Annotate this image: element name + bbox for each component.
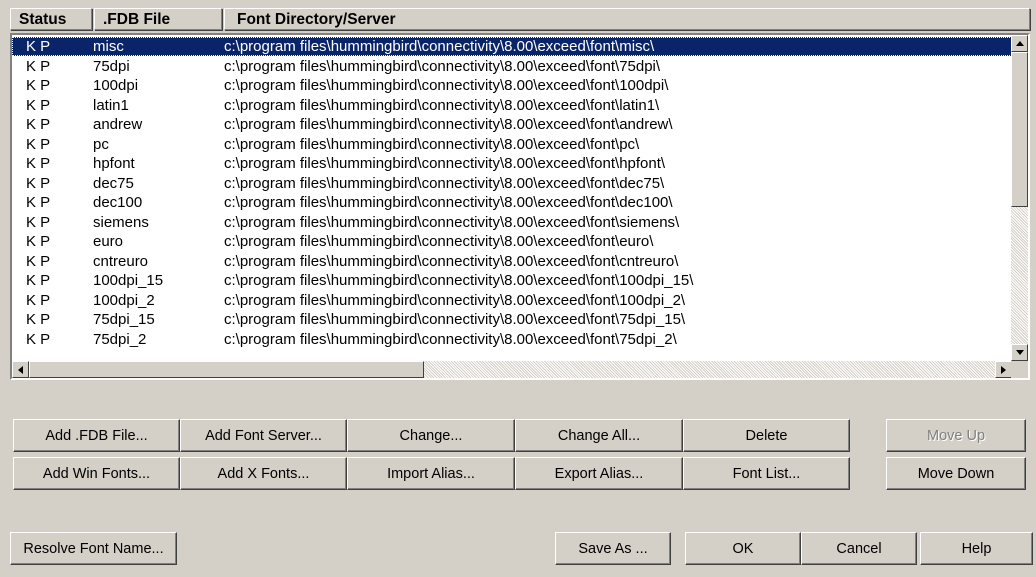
status-cell: K P <box>26 213 51 231</box>
fdb-file-cell: pc <box>93 135 109 153</box>
font-directory-cell: c:\program files\hummingbird\connectivit… <box>224 57 661 75</box>
cancel-button[interactable]: Cancel <box>801 532 917 565</box>
font-directory-cell: c:\program files\hummingbird\connectivit… <box>224 96 660 114</box>
fdb-file-cell: 75dpi <box>93 57 130 75</box>
status-cell: K P <box>26 96 51 114</box>
resolve-font-name-button[interactable]: Resolve Font Name... <box>10 532 177 565</box>
change-all-button[interactable]: Change All... <box>515 419 683 452</box>
ok-button[interactable]: OK <box>685 532 801 565</box>
status-cell: K P <box>26 291 51 309</box>
list-item[interactable]: K P latin1 c:\program files\hummingbird\co… <box>12 96 1012 115</box>
fdb-file-cell: dec100 <box>93 194 143 211</box>
scroll-down-button[interactable] <box>1011 344 1028 361</box>
fdb-file-cell: 100dpi <box>93 77 139 94</box>
arrow-left-icon <box>18 365 23 374</box>
font-directory-cell: c:\program files\hummingbird\connectivit… <box>224 38 655 55</box>
status-cell: K P <box>26 135 51 153</box>
move-up-button[interactable]: Move Up <box>886 419 1026 452</box>
fdb-file-cell: andrew <box>93 116 143 133</box>
column-header-fdb-file[interactable]: .FDB File <box>94 8 222 30</box>
list-rows: K P misc c:\program files\hummingbird\conn… <box>12 35 1012 360</box>
add-fdb-file-button[interactable]: Add .FDB File... <box>13 419 180 452</box>
fdb-file-cell: 100dpi_2 <box>93 291 155 309</box>
list-item[interactable]: K P 100dpi_15 c:\program files\hummingbird… <box>12 271 1012 290</box>
status-cell: K P <box>26 233 51 250</box>
font-directory-cell: c:\program files\hummingbird\connectivit… <box>224 252 679 270</box>
list-item[interactable]: K P euro c:\program files\hummingbird\conn… <box>12 232 1012 251</box>
list-item[interactable]: K P 100dpi_2 c:\program files\hummingbird\… <box>12 291 1012 310</box>
fdb-file-cell: latin1 <box>93 96 129 114</box>
change-button[interactable]: Change... <box>347 419 515 452</box>
scroll-up-button[interactable] <box>1011 35 1028 52</box>
add-font-server-button[interactable]: Add Font Server... <box>180 419 347 452</box>
add-win-fonts-button[interactable]: Add Win Fonts... <box>13 457 180 490</box>
font-directory-cell: c:\program files\hummingbird\connectivit… <box>224 291 686 309</box>
delete-button[interactable]: Delete <box>683 419 850 452</box>
list-item[interactable]: K P hpfont c:\program files\hummingbird\co… <box>12 154 1012 173</box>
font-directory-cell: c:\program files\hummingbird\connectivit… <box>224 174 665 192</box>
arrow-down-icon <box>1015 350 1024 355</box>
vertical-scrollbar[interactable] <box>1011 35 1028 361</box>
fdb-file-cell: cntreuro <box>93 252 149 270</box>
list-item[interactable]: K P 75dpi c:\program files\hummingbird\con… <box>12 57 1012 76</box>
list-item[interactable]: K P misc c:\program files\hummingbird\conn… <box>12 37 1012 56</box>
arrow-right-icon <box>1001 365 1006 374</box>
font-list-button[interactable]: Font List... <box>683 457 850 490</box>
fdb-file-cell: 100dpi_15 <box>93 272 164 289</box>
status-cell: K P <box>26 194 51 211</box>
font-directory-cell: c:\program files\hummingbird\connectivit… <box>224 116 673 133</box>
fdb-file-cell: misc <box>93 38 124 55</box>
font-directory-cell: c:\program files\hummingbird\connectivit… <box>224 77 669 94</box>
scrollbar-corner <box>1011 361 1028 378</box>
status-cell: K P <box>26 174 51 192</box>
list-item[interactable]: K P dec100 c:\program files\hummingbird\co… <box>12 193 1012 212</box>
scroll-left-button[interactable] <box>12 361 29 378</box>
list-item[interactable]: K P andrew c:\program files\hummingbird\co… <box>12 115 1012 134</box>
list-item[interactable]: K P 75dpi_15 c:\program files\hummingbird\… <box>12 310 1012 329</box>
fdb-file-cell: 75dpi_2 <box>93 330 147 348</box>
save-as-button[interactable]: Save As ... <box>555 532 671 565</box>
horizontal-scroll-thumb[interactable] <box>29 361 424 378</box>
fdb-file-cell: dec75 <box>93 174 134 192</box>
column-header-status[interactable]: Status <box>10 8 92 30</box>
help-button[interactable]: Help <box>920 532 1033 565</box>
status-cell: K P <box>26 155 51 172</box>
status-cell: K P <box>26 311 51 328</box>
list-item[interactable]: K P 100dpi c:\program files\hummingbird\co… <box>12 76 1012 95</box>
status-cell: K P <box>26 272 51 289</box>
scroll-right-button[interactable] <box>995 361 1012 378</box>
status-cell: K P <box>26 116 51 133</box>
arrow-up-icon <box>1015 41 1024 46</box>
horizontal-scrollbar[interactable] <box>12 361 1012 378</box>
list-item[interactable]: K P pc c:\program files\hummingbird\connec… <box>12 135 1012 154</box>
font-directory-cell: c:\program files\hummingbird\connectivit… <box>224 155 666 172</box>
status-cell: K P <box>26 38 51 55</box>
font-directory-cell: c:\program files\hummingbird\connectivit… <box>224 194 673 211</box>
fdb-file-cell: hpfont <box>93 155 135 172</box>
move-down-button[interactable]: Move Down <box>886 457 1026 490</box>
fdb-file-cell: 75dpi_15 <box>93 311 155 328</box>
status-cell: K P <box>26 330 51 348</box>
font-directory-cell: c:\program files\hummingbird\connectivit… <box>224 311 686 328</box>
vertical-scroll-thumb[interactable] <box>1011 52 1028 207</box>
fdb-file-cell: euro <box>93 233 124 250</box>
add-x-fonts-button[interactable]: Add X Fonts... <box>180 457 347 490</box>
status-cell: K P <box>26 77 51 94</box>
list-item[interactable]: K P siemens c:\program files\hummingbird\c… <box>12 213 1012 232</box>
font-path-list[interactable]: K P misc c:\program files\hummingbird\conn… <box>10 33 1030 380</box>
status-cell: K P <box>26 252 51 270</box>
font-directory-cell: c:\program files\hummingbird\connectivit… <box>224 330 677 348</box>
font-directory-cell: c:\program files\hummingbird\connectivit… <box>224 213 680 231</box>
column-header-font-directory[interactable]: Font Directory/Server <box>224 8 1030 30</box>
list-item[interactable]: K P 75dpi_2 c:\program files\hummingbird\c… <box>12 330 1012 349</box>
export-alias-button[interactable]: Export Alias... <box>515 457 683 490</box>
fdb-file-cell: siemens <box>93 213 149 231</box>
status-cell: K P <box>26 57 51 75</box>
list-item[interactable]: K P cntreuro c:\program files\hummingbird\… <box>12 252 1012 271</box>
font-directory-cell: c:\program files\hummingbird\connectivit… <box>224 272 694 289</box>
font-directory-cell: c:\program files\hummingbird\connectivit… <box>224 135 640 153</box>
font-directory-cell: c:\program files\hummingbird\connectivit… <box>224 233 654 250</box>
list-item[interactable]: K P dec75 c:\program files\hummingbird\con… <box>12 174 1012 193</box>
import-alias-button[interactable]: Import Alias... <box>347 457 515 490</box>
